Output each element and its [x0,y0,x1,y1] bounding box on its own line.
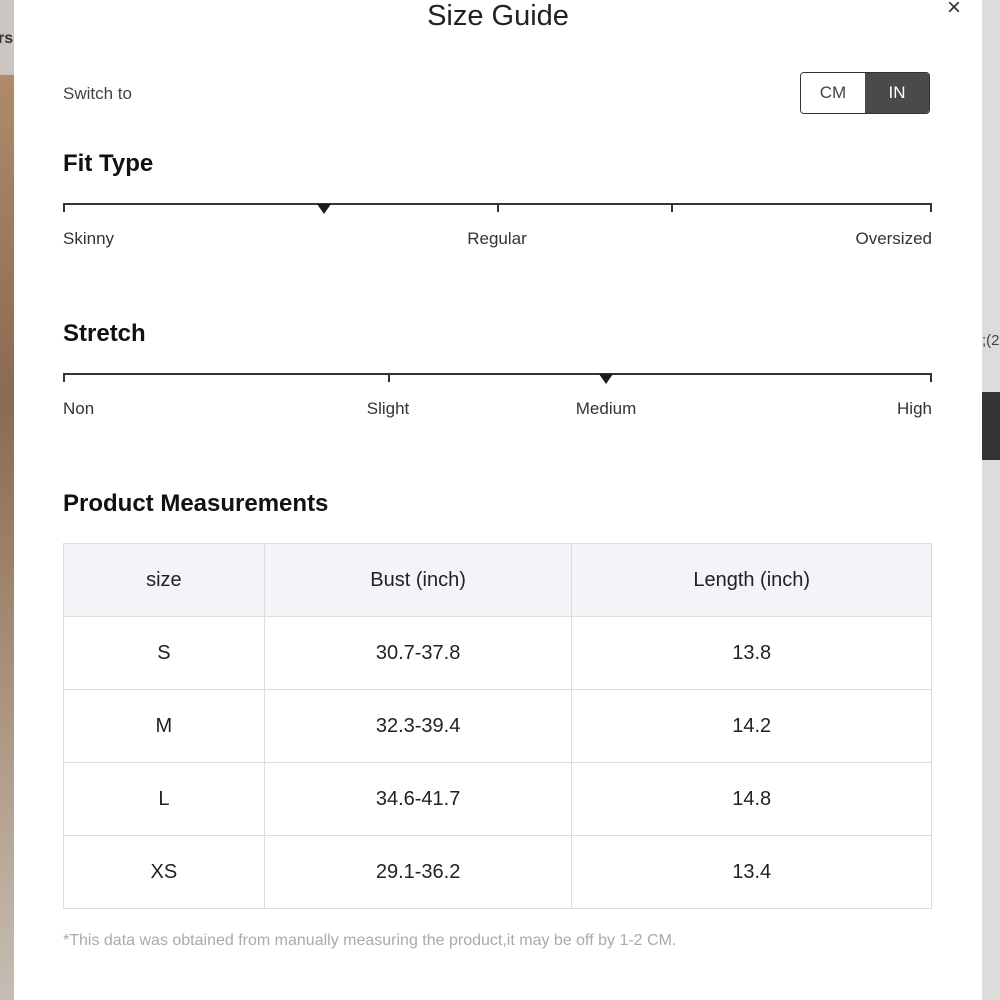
cell-length: 13.4 [571,835,932,909]
background-page-right [982,0,1000,1000]
stretch-label-slight: Slight [366,399,410,418]
cell-size: S [63,616,265,690]
cell-size: M [63,689,265,763]
fit-label-oversized: Oversized [855,229,932,248]
stretch-title: Stretch [63,320,146,347]
scale-tick [63,373,65,382]
table-header-row: size Bust (inch) Length (inch) [63,543,932,617]
scale-tick [388,373,390,382]
scale-line [63,373,932,375]
background-button [982,392,1000,460]
unit-cm-button[interactable]: CM [801,73,865,113]
cell-size: XS [63,835,265,909]
stretch-label-medium: Medium [575,399,637,418]
scale-tick [930,373,932,382]
cell-length: 14.8 [571,762,932,836]
close-icon[interactable]: × [947,0,961,22]
fit-label-regular: Regular [467,229,527,248]
column-header-bust: Bust (inch) [263,543,573,617]
background-text-fragment: rs [0,30,14,47]
column-header-length: Length (inch) [571,543,932,617]
fit-type-scale: Skinny Regular Oversized [63,203,932,263]
table-row: L 34.6-41.7 14.8 [63,762,932,836]
measurements-table: size Bust (inch) Length (inch) S 30.7-37… [63,543,932,909]
background-text-fragment-right: ;(2 [982,332,1000,349]
size-guide-modal: Size Guide × Switch to CM IN Fit Type Sk… [14,0,982,1000]
table-row: S 30.7-37.8 13.8 [63,616,932,690]
cell-size: L [63,762,265,836]
switch-to-label: Switch to [63,84,132,103]
table-row: M 32.3-39.4 14.2 [63,689,932,763]
stretch-label-high: High [897,399,932,418]
cell-bust: 34.6-41.7 [263,762,573,836]
table-row: XS 29.1-36.2 13.4 [63,835,932,909]
scale-tick [671,203,673,212]
scale-tick [63,203,65,212]
fit-label-skinny: Skinny [63,229,115,248]
unit-toggle: CM IN [800,72,930,114]
stretch-label-non: Non [63,399,95,418]
stretch-marker-icon [599,374,614,384]
stretch-scale: Non Slight Medium High [63,373,932,433]
modal-title: Size Guide [427,0,569,32]
cell-bust: 30.7-37.8 [263,616,573,690]
product-measurements-title: Product Measurements [63,490,329,517]
fit-type-marker-icon [316,204,331,214]
cell-length: 13.8 [571,616,932,690]
cell-length: 14.2 [571,689,932,763]
measurement-disclaimer: *This data was obtained from manually me… [63,932,677,949]
scale-tick [497,203,499,212]
cell-bust: 32.3-39.4 [263,689,573,763]
cell-bust: 29.1-36.2 [263,835,573,909]
column-header-size: size [63,543,265,617]
unit-in-button[interactable]: IN [865,73,929,113]
fit-type-title: Fit Type [63,150,154,177]
scale-tick [930,203,932,212]
